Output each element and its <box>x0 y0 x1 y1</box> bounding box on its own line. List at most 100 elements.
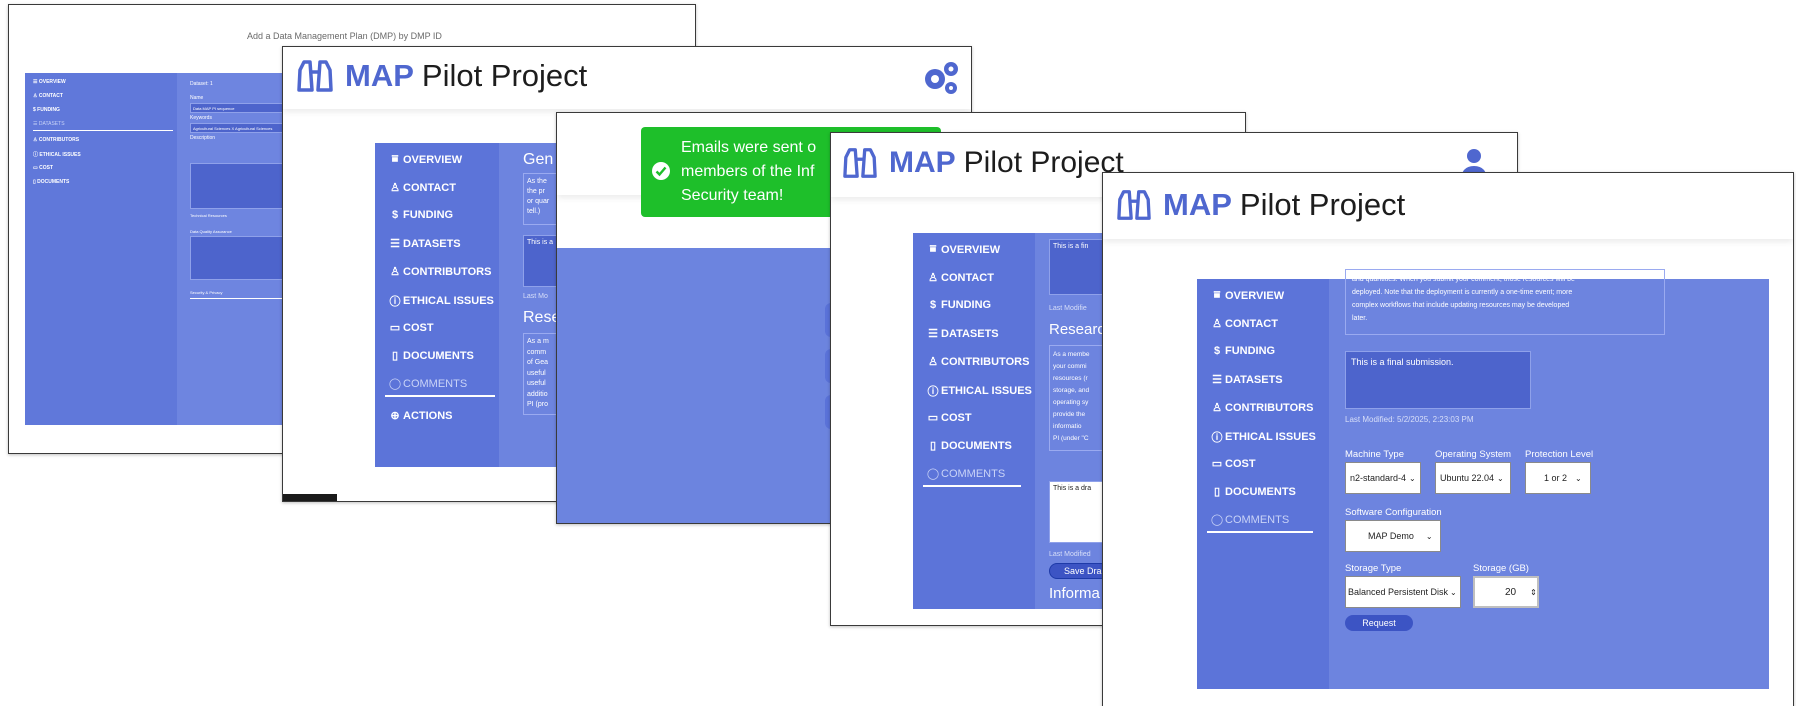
draft-comment-box[interactable]: This is a dra <box>1049 481 1103 543</box>
sidebar-item-datasets[interactable]: ☰ DATASETS <box>925 327 999 341</box>
document-icon: ▯ <box>1213 486 1221 498</box>
database-icon: ☰ <box>1212 374 1222 386</box>
brand-rest: Pilot Project <box>1239 187 1406 222</box>
card-icon: ▭ <box>1211 458 1223 470</box>
sidebar-item-overview[interactable]: ⩸ OVERVIEW <box>925 243 1000 256</box>
technical-label: Technical Resources <box>190 213 227 218</box>
sidebar-item-cost[interactable]: ▭ COST <box>33 165 53 171</box>
sidebar-item-contact[interactable]: ♙ CONTACT <box>925 271 994 285</box>
sidebar-item-contact[interactable]: ♙ CONTACT <box>387 181 456 195</box>
sidebar-item-funding[interactable]: $ FUNDING <box>387 209 453 221</box>
sidebar-item-ethical[interactable]: ⓘ ETHICAL ISSUES <box>925 383 1032 399</box>
app-header: MAP Pilot Project <box>1103 173 1793 239</box>
protection-level-label: Protection Level <box>1525 449 1594 460</box>
keywords-field[interactable]: Agricultural Sciences X Agricultural Sci… <box>190 123 290 133</box>
section-divider <box>190 298 290 299</box>
save-draft-button[interactable]: Save Dra <box>1049 563 1109 579</box>
submission-box[interactable]: This is a final submission. <box>1345 351 1531 409</box>
card-icon: ▭ <box>927 412 939 424</box>
sidebar-item-documents[interactable]: ▯ DOCUMENTS <box>925 439 1012 453</box>
chevron-down-icon: ⌄ <box>1409 473 1416 483</box>
brand: MAP Pilot Project <box>295 58 587 94</box>
active-underline <box>33 130 173 131</box>
brand-map: MAP <box>1163 187 1232 222</box>
collage: Add a Data Management Plan (DMP) by DMP … <box>0 0 1796 706</box>
final-comment-box[interactable]: This is a fin <box>1049 239 1103 295</box>
software-configuration-label: Software Configuration <box>1345 507 1442 518</box>
screenshot-resource-request: MAP Pilot Project ⩸ OVERVIEW ♙ CONTACT $ FU… <box>1102 172 1794 706</box>
description-field[interactable] <box>190 163 290 209</box>
chevron-down-icon: ⌄ <box>1497 473 1504 483</box>
storage-type-label: Storage Type <box>1345 563 1402 574</box>
check-circle-icon <box>652 162 670 180</box>
sidebar-item-datasets[interactable]: ☰ DATASETS <box>33 121 65 127</box>
sidebar-item-cost[interactable]: ▭ COST <box>925 411 972 425</box>
people-icon: ♙ <box>928 356 938 368</box>
storage-type-select[interactable]: Balanced Persistent Disk ⌄ <box>1345 576 1461 608</box>
list-icon: ⩸ <box>929 243 937 255</box>
quality-field[interactable] <box>190 236 290 280</box>
brand: MAP Pilot Project <box>1115 187 1405 223</box>
sidebar-item-contributors[interactable]: ♙ CONTRIBUTORS <box>33 137 79 143</box>
sidebar-item-actions[interactable]: ⊕ ACTIONS <box>387 409 452 423</box>
sidebar: ⩸ OVERVIEW ♙ CONTACT $ FUNDING ☰ DATASETS ♙ C… <box>375 143 499 467</box>
intro-description: and quantities. When you submit your com… <box>1345 269 1665 335</box>
sidebar-item-contributors[interactable]: ♙ CONTRIBUTORS <box>1209 401 1313 415</box>
dollar-icon: $ <box>929 299 937 311</box>
sidebar-item-contact[interactable]: ♙ CONTACT <box>33 93 63 99</box>
sidebar: ⩸ OVERVIEW ♙ CONTACT $ FUNDING ☰ DATASETS ♙ C… <box>1197 279 1329 689</box>
machine-type-select[interactable]: n2-standard-4 ⌄ <box>1345 462 1421 494</box>
sidebar-item-cost[interactable]: ▭ COST <box>1209 457 1256 471</box>
active-underline <box>385 395 495 397</box>
last-modified-1: Last Modifie <box>1049 305 1087 312</box>
person-icon: ♙ <box>1212 318 1222 330</box>
os-select[interactable]: Ubuntu 22.04 ⌄ <box>1435 462 1511 494</box>
last-modified: Last Modified: 5/2/2025, 2:23:03 PM <box>1345 415 1474 424</box>
sidebar-item-funding[interactable]: $ FUNDING <box>33 107 60 113</box>
machine-type-label: Machine Type <box>1345 449 1404 460</box>
sidebar-item-documents[interactable]: ▯ DOCUMENTS <box>33 179 69 185</box>
name-field[interactable]: Data MAP PI sequence <box>190 103 290 113</box>
sidebar-item-contributors[interactable]: ♙ CONTRIBUTORS <box>925 355 1029 369</box>
sidebar-item-comments[interactable]: ◯ COMMENTS <box>387 377 467 391</box>
sidebar-item-ethical[interactable]: ⓘ ETHICAL ISSUES <box>33 151 81 159</box>
info-icon: ⓘ <box>1211 432 1223 444</box>
sidebar-item-overview[interactable]: ⩸ OVERVIEW <box>387 153 462 166</box>
name-label: Name <box>190 95 204 101</box>
database-icon: ☰ <box>390 238 400 250</box>
sidebar-item-ethical[interactable]: ⓘ ETHICAL ISSUES <box>387 293 494 309</box>
comment-icon: ◯ <box>388 378 402 390</box>
dollar-icon: $ <box>1213 345 1221 357</box>
info-icon: ⓘ <box>389 296 401 308</box>
active-underline <box>1207 531 1313 533</box>
sidebar-item-comments[interactable]: ◯ COMMENTS <box>925 467 1005 481</box>
toast-line-2: members of the Inf <box>681 163 815 180</box>
protection-level-select[interactable]: 1 or 2 ⌄ <box>1525 462 1591 494</box>
sidebar-item-funding[interactable]: $ FUNDING <box>1209 345 1275 357</box>
sidebar-item-datasets[interactable]: ☰ DATASETS <box>387 237 461 251</box>
sidebar-item-datasets[interactable]: ☰ DATASETS <box>1209 373 1283 387</box>
section-heading-research: Researc <box>1049 321 1105 338</box>
sidebar-item-funding[interactable]: $ FUNDING <box>925 299 991 311</box>
sidebar-item-ethical[interactable]: ⓘ ETHICAL ISSUES <box>1209 429 1316 445</box>
gears-icon[interactable] <box>921 59 961 97</box>
storage-size-stepper[interactable]: 20 ⇕ <box>1473 576 1539 608</box>
page-title: Add a Data Management Plan (DMP) by DMP … <box>247 31 442 41</box>
software-configuration-select[interactable]: MAP Demo ⌄ <box>1345 520 1441 552</box>
sidebar-item-documents[interactable]: ▯ DOCUMENTS <box>387 349 474 363</box>
sidebar-item-overview[interactable]: ⩸ OVERVIEW <box>1209 289 1284 302</box>
binoculars-icon <box>843 148 877 178</box>
dollar-icon: $ <box>391 209 399 221</box>
sidebar-item-contributors[interactable]: ♙ CONTRIBUTORS <box>387 265 491 279</box>
spinner-arrows-icon[interactable]: ⇕ <box>1530 588 1537 597</box>
list-icon: ⩸ <box>1213 289 1221 301</box>
database-icon: ☰ <box>928 328 938 340</box>
sidebar-item-documents[interactable]: ▯ DOCUMENTS <box>1209 485 1296 499</box>
sidebar-item-cost[interactable]: ▭ COST <box>387 321 434 335</box>
comment-icon: ◯ <box>1210 514 1224 526</box>
sidebar-item-contact[interactable]: ♙ CONTACT <box>1209 317 1278 331</box>
request-button[interactable]: Request <box>1345 615 1413 631</box>
people-icon: ♙ <box>390 266 400 278</box>
sidebar-item-overview[interactable]: ☰ OVERVIEW <box>33 79 66 85</box>
sidebar-item-comments[interactable]: ◯ COMMENTS <box>1209 513 1289 527</box>
